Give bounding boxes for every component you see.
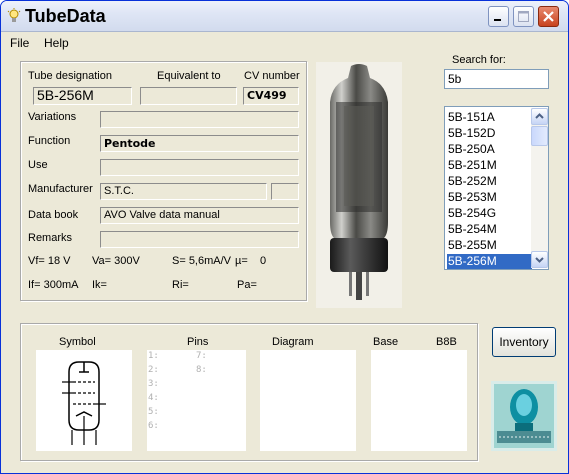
main-window: TubeData File Help Tube designation Equi…: [0, 0, 569, 474]
list-item[interactable]: 5B-152D: [447, 126, 532, 141]
scroll-thumb[interactable]: [531, 126, 548, 146]
manufacturer-label: Manufacturer: [28, 183, 93, 195]
manufacturer-extra-field[interactable]: [271, 183, 299, 200]
vf-value: Vf= 18 V: [28, 255, 71, 267]
window-title: TubeData: [25, 6, 106, 26]
inventory-button[interactable]: Inventory: [492, 327, 556, 357]
remarks-label: Remarks: [28, 232, 73, 244]
list-item[interactable]: 5B-254M: [447, 222, 532, 237]
lightbulb-icon: [7, 8, 21, 22]
cv-number-label: CV number: [244, 70, 300, 82]
menu-help[interactable]: Help: [44, 36, 69, 50]
s-value: S= 5,6mA/V: [172, 255, 232, 267]
list-item[interactable]: 5B-256M: [447, 254, 532, 269]
list-item[interactable]: 5B-251M: [447, 158, 532, 173]
list-item[interactable]: 5B-250A: [447, 142, 532, 157]
use-label: Use: [28, 159, 48, 171]
base-value: B8B: [436, 336, 457, 348]
variations-field[interactable]: [100, 111, 299, 128]
pin-number: 1:: [148, 351, 159, 361]
menu-file[interactable]: File: [10, 36, 29, 50]
mu-label: µ=: [235, 255, 248, 267]
tube-list[interactable]: 5B-151A 5B-152D 5B-250A 5B-251M 5B-252M 5B-25…: [444, 106, 549, 270]
title-bar[interactable]: TubeData: [1, 1, 568, 32]
va-value: Va= 300V: [92, 255, 140, 267]
pin-number: 3:: [148, 379, 159, 389]
maximize-icon: [518, 11, 529, 22]
pin-number: 8:: [196, 365, 207, 375]
base-panel: [371, 350, 467, 451]
close-button[interactable]: [538, 6, 559, 27]
scroll-up-button[interactable]: [531, 108, 548, 125]
base-label: Base: [373, 336, 399, 348]
remarks-field[interactable]: [100, 231, 299, 248]
pentode-symbol-icon: [62, 361, 106, 445]
equivalent-label: Equivalent to: [157, 70, 221, 82]
if-value: If= 300mA: [28, 279, 79, 291]
list-scrollbar[interactable]: [531, 108, 548, 268]
manufacturer-field[interactable]: S.T.C.: [100, 183, 267, 200]
list-item[interactable]: 5B-252M: [447, 174, 532, 189]
function-field[interactable]: Pentode: [100, 135, 299, 152]
menu-bar: File Help: [1, 32, 568, 52]
pins-panel: 1: 2: 3: 4: 5: 6: 7: 8:: [147, 350, 246, 451]
list-item[interactable]: 5B-253M: [447, 190, 532, 205]
use-field[interactable]: [100, 159, 299, 176]
search-input[interactable]: 5b: [444, 69, 549, 89]
symbol-panel: [36, 350, 132, 451]
mu-value: 0: [260, 255, 267, 267]
equivalent-field[interactable]: [140, 87, 237, 105]
tube-designation-label: Tube designation: [28, 70, 112, 82]
scroll-down-button[interactable]: [531, 251, 548, 268]
pin-number: 4:: [148, 393, 159, 403]
pins-label: Pins: [187, 336, 209, 348]
pin-number: 7:: [196, 351, 207, 361]
databook-field[interactable]: AVO Valve data manual: [100, 207, 299, 224]
function-label: Function: [28, 135, 71, 147]
variations-label: Variations: [28, 111, 77, 123]
pa-value: Pa=: [237, 279, 257, 291]
minimize-button[interactable]: [488, 6, 509, 27]
cv-number-field[interactable]: CV499: [243, 87, 299, 105]
maximize-button[interactable]: [513, 6, 534, 27]
diagram-panel: [260, 350, 356, 451]
pin-number: 2:: [148, 365, 159, 375]
tube-photo: [316, 62, 402, 308]
tube-logo-image: [491, 381, 557, 451]
list-item[interactable]: 5B-255M: [447, 238, 532, 253]
pin-number: 5:: [148, 407, 159, 417]
list-item[interactable]: 5B-254G: [447, 206, 532, 221]
databook-label: Data book: [28, 209, 79, 221]
ri-value: Ri=: [172, 279, 189, 291]
search-label: Search for:: [452, 54, 506, 66]
list-item[interactable]: 5B-151A: [447, 110, 532, 125]
arrow-up-icon: [535, 113, 544, 119]
pin-number: 6:: [148, 421, 159, 431]
diagram-label: Diagram: [272, 336, 314, 348]
minimize-icon: [494, 19, 501, 21]
close-icon: [543, 11, 554, 22]
arrow-down-icon: [535, 257, 544, 263]
tube-designation-field[interactable]: 5B-256M: [33, 87, 132, 105]
ik-value: Ik=: [92, 279, 107, 291]
symbol-label: Symbol: [59, 336, 96, 348]
